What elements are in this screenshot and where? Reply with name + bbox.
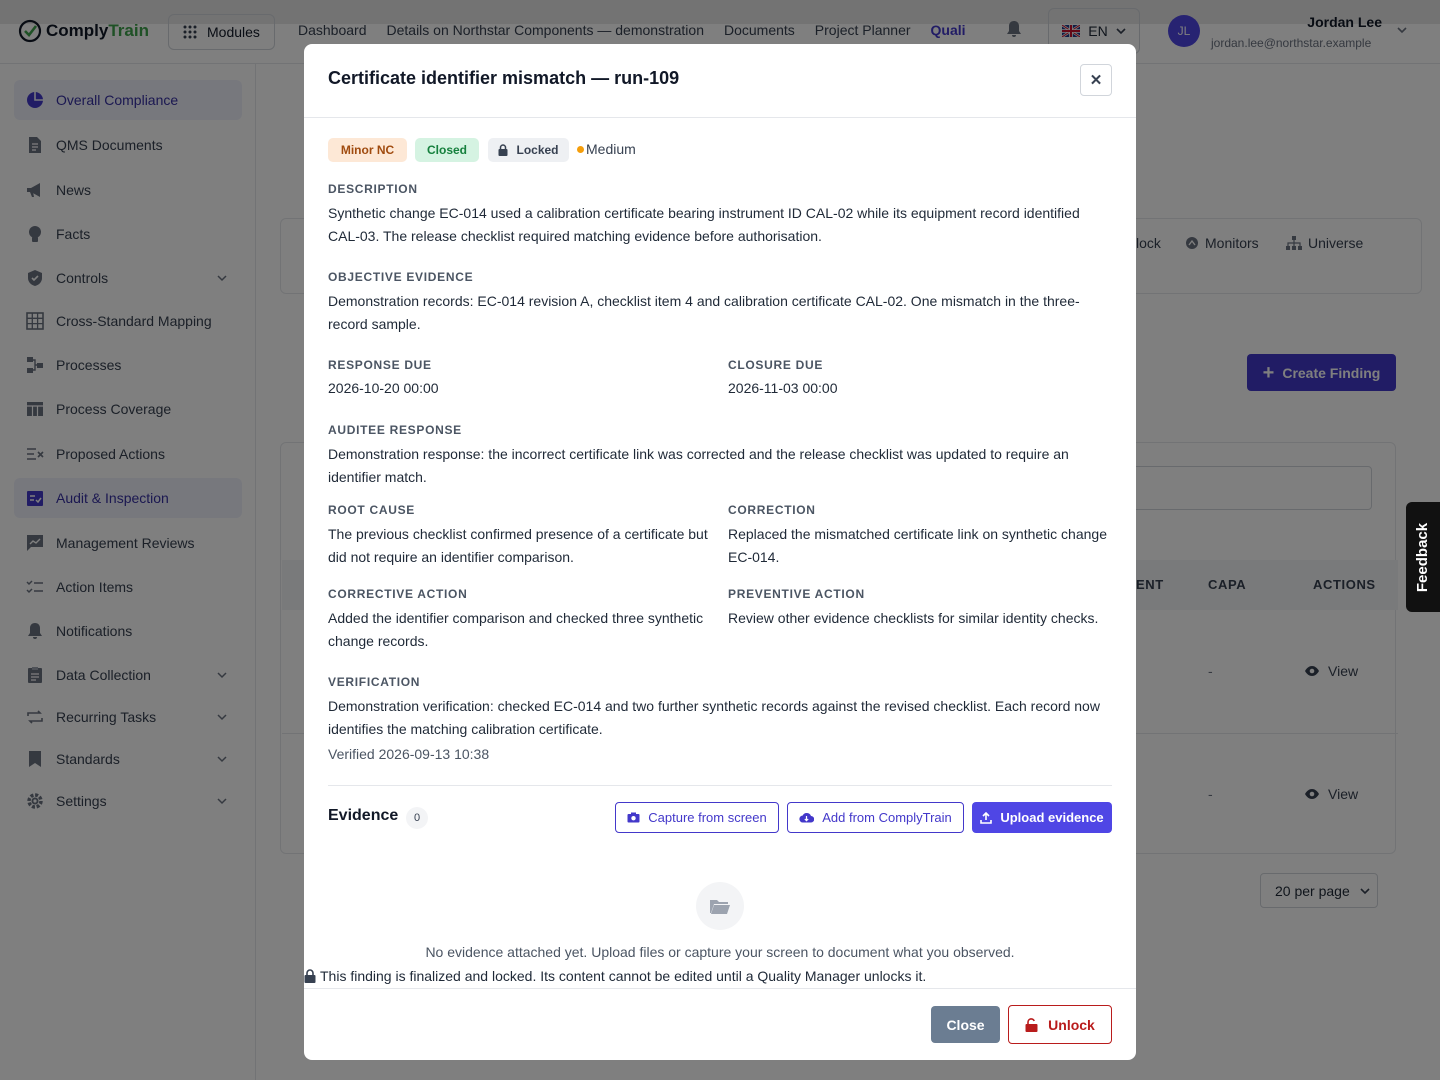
closure-due-label: CLOSURE DUE [728, 358, 824, 372]
add-from-complytrain-button[interactable]: Add from ComplyTrain [787, 802, 964, 833]
severity-dot [577, 145, 584, 153]
empty-folder-icon [696, 882, 744, 930]
close-icon: ✕ [1089, 72, 1103, 89]
response-due-value: 2026-10-20 00:00 [328, 380, 439, 396]
closure-due-value: 2026-11-03 00:00 [728, 380, 838, 396]
add-button-label: Add from ComplyTrain [822, 810, 952, 825]
finding-detail-modal: Certificate identifier mismatch — run-10… [304, 44, 1136, 1060]
auditee-response-label: AUDITEE RESPONSE [328, 423, 462, 437]
correction-text: Replaced the mismatched certificate link… [728, 526, 1107, 565]
unlock-button-label: Unlock [1048, 1016, 1095, 1033]
locked-badge: Locked [488, 138, 569, 162]
preventive-action-text: Review other evidence checklists for sim… [728, 610, 1099, 626]
modal-close-icon-button[interactable]: ✕ [1080, 64, 1112, 96]
lock-icon [498, 144, 508, 156]
upload-evidence-button[interactable]: Upload evidence [972, 802, 1112, 833]
finding-type-badge: Minor NC [328, 138, 407, 162]
corrective-action-text: Added the identifier comparison and chec… [328, 610, 704, 649]
verified-timestamp: Verified 2026-09-13 10:38 [328, 746, 490, 762]
evidence-count-badge: 0 [406, 807, 428, 829]
preventive-action-label: PREVENTIVE ACTION [728, 587, 865, 601]
auditee-response-text: Demonstration response: the incorrect ce… [328, 446, 1069, 485]
verification-label: VERIFICATION [328, 675, 421, 689]
root-cause-label: ROOT CAUSE [328, 503, 416, 517]
camera-icon [627, 812, 640, 823]
unlock-button[interactable]: Unlock [1008, 1005, 1112, 1044]
feedback-tab[interactable]: Feedback [1406, 502, 1440, 612]
response-due-label: RESPONSE DUE [328, 358, 432, 372]
evidence-divider [328, 785, 1112, 786]
corrective-action-label: CORRECTIVE ACTION [328, 587, 468, 601]
severity-indicator: Medium [577, 141, 636, 157]
evidence-title: Evidence [328, 807, 399, 824]
objective-evidence-label: OBJECTIVE EVIDENCE [328, 270, 474, 284]
locked-notice: This finding is finalized and locked. It… [304, 968, 926, 984]
feedback-label: Feedback [1414, 522, 1432, 592]
locked-notice-text: This finding is finalized and locked. It… [320, 968, 927, 984]
locked-badge-label: Locked [516, 143, 559, 157]
description-label: DESCRIPTION [328, 182, 418, 196]
modal-title: Certificate identifier mismatch — run-10… [328, 68, 680, 88]
description-text: Synthetic change EC-014 used a calibrati… [328, 205, 1080, 244]
objective-evidence-text: Demonstration records: EC-014 revision A… [328, 293, 1080, 332]
capture-from-screen-button[interactable]: Capture from screen [615, 802, 779, 833]
cloud-download-icon [799, 812, 815, 823]
lock-icon [304, 969, 316, 983]
correction-label: CORRECTION [728, 503, 816, 517]
upload-icon [980, 811, 993, 824]
status-badge: Closed [415, 138, 479, 162]
root-cause-text: The previous checklist confirmed presenc… [328, 526, 708, 565]
upload-button-label: Upload evidence [1000, 810, 1104, 825]
unlock-icon [1025, 1017, 1038, 1032]
capture-button-label: Capture from screen [648, 810, 767, 825]
severity-label: Medium [586, 141, 636, 157]
verification-text: Demonstration verification: checked EC-0… [328, 698, 1100, 737]
empty-evidence-text: No evidence attached yet. Upload files o… [425, 944, 1015, 960]
close-button[interactable]: Close [931, 1006, 1000, 1043]
